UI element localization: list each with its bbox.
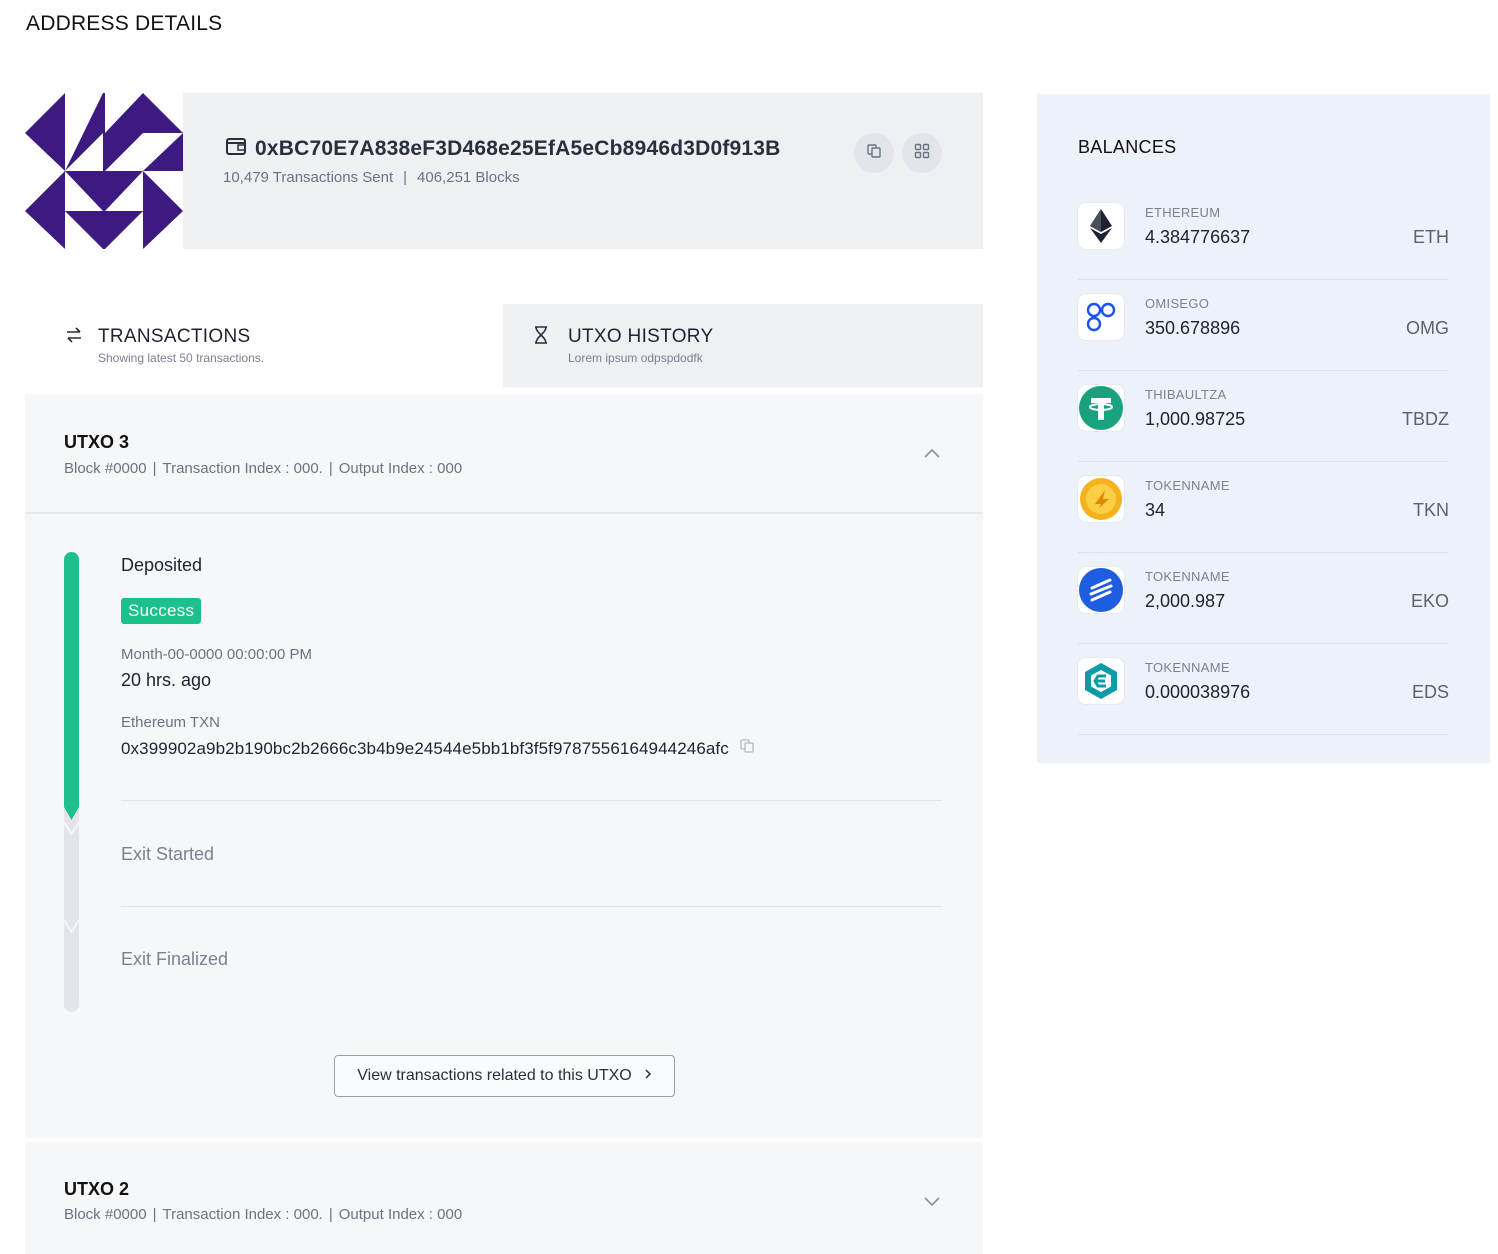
divider	[25, 512, 983, 514]
swap-arrows-icon	[65, 326, 83, 350]
balance-row: TOKENNAME 2,000.987 EKO	[1078, 553, 1449, 644]
eds-icon	[1078, 658, 1124, 704]
token-amount: 350.678896	[1145, 318, 1241, 338]
eko-icon	[1078, 567, 1124, 613]
balances-panel: BALANCES ETHEREUM 4.384776637 ETH OMISEG…	[1037, 94, 1490, 763]
status-badge: Success	[121, 598, 202, 624]
token-name: OMISEGO	[1145, 296, 1210, 311]
step-deposited: Deposited	[121, 555, 203, 575]
token-symbol: ETH	[1413, 227, 1449, 247]
qr-code-icon	[914, 143, 930, 164]
utxo-tx-index: Transaction Index : 000.	[162, 1206, 323, 1223]
utxo-output-index: Output Index : 000	[338, 1206, 463, 1223]
gold-token-icon	[1078, 476, 1124, 522]
utxo-3-panel: UTXO 3 Block #0000 | Transaction Index : 0…	[25, 394, 983, 1138]
balance-row: OMISEGO 350.678896 OMG	[1078, 280, 1449, 371]
step-exit-finalized: Exit Finalized	[121, 949, 229, 969]
utxo-3-header[interactable]: UTXO 3 Block #0000 | Transaction Index : 0…	[25, 394, 983, 512]
tab-label: TRANSACTIONS	[98, 326, 251, 347]
tab-transactions[interactable]: TRANSACTIONS Showing latest 50 transacti…	[25, 304, 503, 387]
wallet-icon	[225, 135, 247, 162]
tab-subtitle: Showing latest 50 transactions.	[98, 351, 265, 365]
omisego-icon	[1078, 294, 1124, 340]
meta-separator: |	[328, 460, 333, 477]
utxo-title: UTXO 2	[64, 1179, 130, 1199]
chevron-right-icon	[644, 1067, 652, 1085]
utxo-output-index: Output Index : 000	[338, 460, 463, 477]
ethereum-txn-label: Ethereum TXN	[121, 714, 220, 731]
balance-row: THIBAULTZA 1,000.98725 TBDZ	[1078, 371, 1449, 462]
utxo-block: Block #0000	[64, 1206, 147, 1223]
token-symbol: TBDZ	[1402, 409, 1449, 429]
token-name: TOKENNAME	[1145, 660, 1230, 675]
txn-hash-row: 0x399902a9b2b190bc2b2666c3b4b9e24544e5bb…	[121, 738, 755, 759]
utxo-title: UTXO 3	[64, 432, 130, 452]
ethereum-icon	[1078, 203, 1124, 249]
page-title: ADDRESS DETAILS	[26, 12, 223, 35]
token-name: TOKENNAME	[1145, 569, 1230, 584]
view-related-transactions-button[interactable]: View transactions related to this UTXO	[334, 1055, 675, 1097]
chevron-up-icon	[923, 446, 941, 464]
copy-hash-icon[interactable]	[739, 738, 755, 759]
step-exit-started: Exit Started	[121, 844, 215, 864]
token-name: ETHEREUM	[1145, 205, 1221, 220]
balances-title: BALANCES	[1078, 137, 1177, 157]
identicon-avatar	[25, 93, 183, 249]
token-symbol: EKO	[1410, 591, 1449, 611]
balance-row: TOKENNAME 34 TKN	[1078, 462, 1449, 553]
qr-code-button[interactable]	[902, 133, 942, 173]
deposit-date: Month-00-0000 00:00:00 PM	[121, 646, 312, 663]
blocks-count: 406,251 Blocks	[417, 169, 520, 186]
balance-row: ETHEREUM 4.384776637 ETH	[1078, 189, 1449, 280]
utxo-2-panel[interactable]: UTXO 2 Block #0000 | Transaction Index : 0…	[25, 1142, 983, 1254]
copy-address-button[interactable]	[854, 133, 894, 173]
deposit-relative-time: 20 hrs. ago	[121, 670, 212, 690]
tab-label: UTXO HISTORY	[568, 326, 714, 347]
token-name: THIBAULTZA	[1145, 387, 1227, 402]
token-amount: 2,000.987	[1145, 591, 1226, 611]
transactions-sent-count: 10,479 Transactions Sent	[223, 169, 394, 186]
token-amount: 1,000.98725	[1145, 409, 1246, 429]
tether-icon	[1078, 385, 1124, 431]
token-name: TOKENNAME	[1145, 478, 1230, 493]
ethereum-txn-hash: 0x399902a9b2b190bc2b2666c3b4b9e24544e5bb…	[121, 738, 729, 758]
tab-subtitle: Lorem ipsum odpspdodfk	[568, 351, 703, 365]
utxo-tx-index: Transaction Index : 000.	[162, 460, 323, 477]
divider	[121, 906, 942, 907]
exit-progress-track	[63, 552, 80, 1012]
address-meta: 10,479 Transactions Sent | 406,251 Blocks	[223, 169, 520, 186]
token-amount: 4.384776637	[1145, 227, 1251, 247]
token-amount: 0.000038976	[1145, 682, 1251, 702]
meta-separator: |	[328, 1206, 333, 1223]
tab-utxo-history[interactable]: UTXO HISTORY Lorem ipsum odpspdodfk	[503, 304, 983, 387]
copy-icon	[866, 143, 882, 164]
utxo-meta: Block #0000 | Transaction Index : 000. | Out…	[64, 1206, 462, 1223]
token-symbol: TKN	[1413, 500, 1449, 520]
meta-separator: |	[403, 169, 408, 186]
address-value: 0xBC70E7A838eF3D468e25EfA5eCb8946d3D0f91…	[255, 136, 781, 160]
token-symbol: OMG	[1406, 318, 1449, 338]
address-card: 0xBC70E7A838eF3D468e25EfA5eCb8946d3D0f91…	[25, 93, 983, 249]
meta-separator: |	[152, 1206, 157, 1223]
token-amount: 34	[1145, 500, 1166, 520]
view-related-label: View transactions related to this UTXO	[357, 1067, 632, 1084]
divider	[121, 800, 942, 801]
utxo-meta: Block #0000 | Transaction Index : 000. | Out…	[64, 460, 462, 477]
balance-row: TOKENNAME 0.000038976 EDS	[1078, 644, 1449, 735]
token-symbol: EDS	[1411, 682, 1449, 702]
chevron-down-icon	[923, 1194, 941, 1212]
hourglass-icon	[533, 326, 549, 350]
utxo-block: Block #0000	[64, 460, 147, 477]
address-line: 0xBC70E7A838eF3D468e25EfA5eCb8946d3D0f91…	[225, 135, 781, 162]
meta-separator: |	[152, 460, 157, 477]
